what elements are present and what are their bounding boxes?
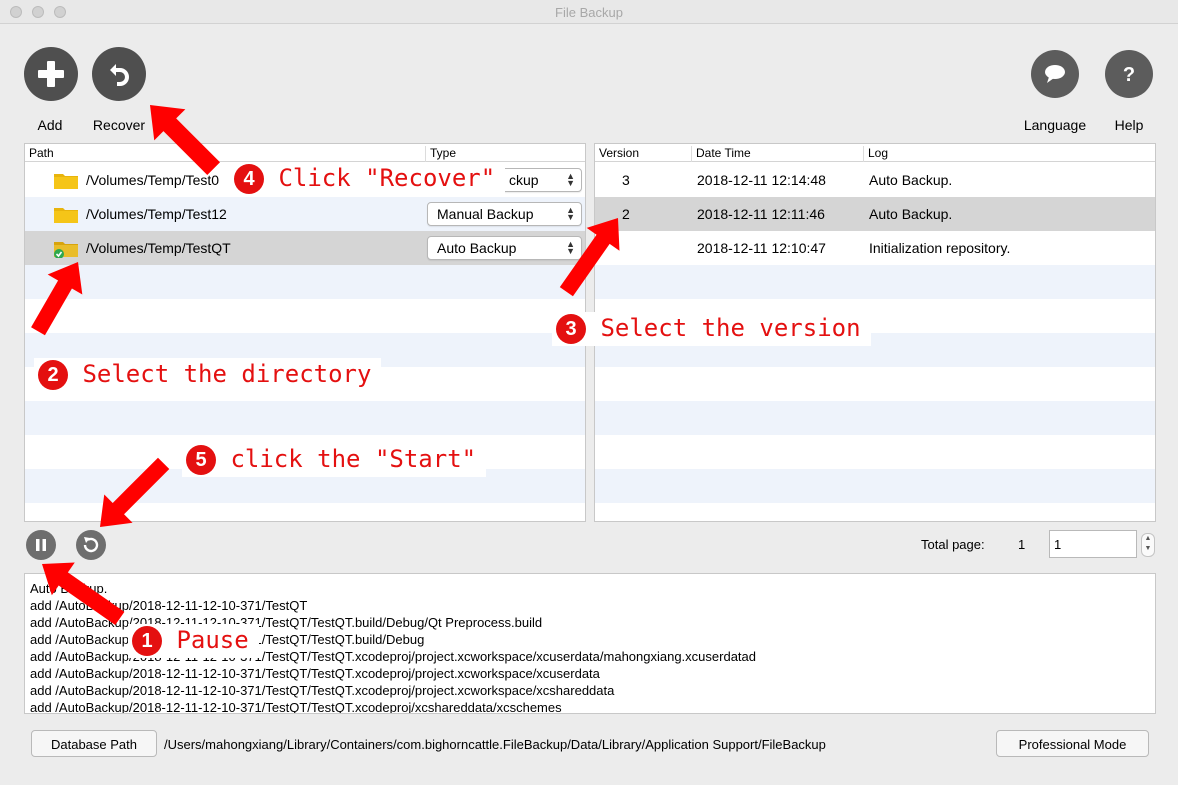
- annotation-step-4: 4 Click "Recover": [230, 162, 506, 196]
- version-datetime: 2018-12-11 12:14:48: [697, 172, 826, 188]
- step-number-badge: 5: [186, 445, 216, 475]
- backup-type-select[interactable]: Auto Backup ▲ ▼: [427, 236, 582, 260]
- folder-icon: [54, 174, 78, 189]
- help-button[interactable]: ?: [1105, 50, 1153, 98]
- professional-mode-button[interactable]: Professional Mode: [996, 730, 1149, 757]
- empty-row: [595, 469, 1155, 503]
- version-row[interactable]: 2018-12-11 12:10:47 Initialization repos…: [595, 231, 1155, 265]
- annotation-text: Click "Recover": [278, 164, 496, 192]
- annotation-step-3: 3 Select the version: [552, 312, 871, 346]
- folder-icon: [54, 208, 78, 223]
- backup-type-value: Auto Backup: [437, 240, 517, 256]
- backup-type-value: Manual Backup: [437, 206, 534, 222]
- annotation-step-2: 2 Select the directory: [34, 358, 382, 392]
- refresh-icon: [83, 537, 99, 553]
- version-log: Auto Backup.: [869, 172, 953, 188]
- versions-table-header: Version Date Time Log: [595, 144, 1155, 162]
- svg-text:?: ?: [1123, 64, 1135, 86]
- path-column-header[interactable]: Path: [25, 146, 425, 162]
- annotation-step-1: 1 Pause: [128, 624, 259, 658]
- annotation-step-5: 5 click the "Start": [182, 443, 487, 477]
- question-icon: ?: [1123, 64, 1135, 86]
- backup-type-select[interactable]: Manual Backup ▲ ▼: [427, 202, 582, 226]
- path-row[interactable]: /Volumes/Temp/Test12 Manual Backup ▲ ▼: [25, 197, 585, 231]
- step-number-badge: 4: [234, 164, 264, 194]
- folder-synced-icon: [54, 242, 78, 258]
- log-line: add /AutoBackup/2018-12-11-12-10-371/Tes…: [30, 700, 562, 714]
- version-log: Initialization repository.: [869, 240, 1011, 256]
- pause-icon: [36, 539, 46, 551]
- speech-bubble-icon: [1045, 65, 1065, 83]
- step-number-badge: 2: [38, 360, 68, 390]
- annotation-text: Select the directory: [82, 360, 372, 388]
- page-number-input[interactable]: [1049, 530, 1137, 558]
- page-stepper[interactable]: ▲ ▼: [1141, 533, 1155, 557]
- path-row-selected[interactable]: /Volumes/Temp/TestQT Auto Backup ▲ ▼: [25, 231, 585, 265]
- database-path-button[interactable]: Database Path: [31, 730, 157, 757]
- log-line: add /AutoBackup/2018-12-11-12-10-371/Tes…: [30, 615, 543, 630]
- step-number-badge: 3: [556, 314, 586, 344]
- empty-row: [595, 265, 1155, 299]
- language-button[interactable]: [1031, 50, 1079, 98]
- version-row[interactable]: 3 2018-12-11 12:14:48 Auto Backup.: [595, 163, 1155, 197]
- annotation-text: click the "Start": [230, 445, 477, 473]
- version-number: 3: [622, 172, 630, 188]
- version-column-header[interactable]: Version: [595, 146, 691, 162]
- version-log: Auto Backup.: [869, 206, 953, 222]
- total-page-label: Total page:: [921, 537, 985, 552]
- datetime-column-header[interactable]: Date Time: [691, 146, 863, 162]
- log-line: add /AutoBackup/2018-12-11-12-10-371/Tes…: [30, 683, 615, 698]
- undo-icon: [110, 64, 129, 86]
- total-page-value: 1: [1018, 537, 1026, 552]
- path-text: /Volumes/Temp/Test12: [86, 206, 227, 222]
- log-line: Auto Backup.: [30, 581, 108, 596]
- updown-chevron-icon: ▲ ▼: [566, 205, 575, 222]
- annotation-text: Select the version: [600, 314, 861, 342]
- annotation-text: Pause: [176, 626, 249, 654]
- log-line: add /AutoBackup/2018-12-11-12-10-371/Tes…: [30, 598, 308, 613]
- version-row-selected[interactable]: 2 2018-12-11 12:11:46 Auto Backup.: [595, 197, 1155, 231]
- add-button[interactable]: [24, 47, 78, 101]
- version-datetime: 2018-12-11 12:10:47: [697, 240, 826, 256]
- window-title: File Backup: [555, 5, 623, 20]
- paths-table-header: Path Type: [25, 144, 585, 162]
- recover-button[interactable]: [92, 47, 146, 101]
- type-column-header[interactable]: Type: [425, 146, 585, 162]
- log-line: add /AutoBackup/2018-12-11-12-10-371/Tes…: [30, 666, 600, 681]
- log-column-header[interactable]: Log: [863, 146, 1155, 162]
- help-label: Help: [1114, 117, 1144, 133]
- version-number: 2: [622, 206, 630, 222]
- updown-chevron-icon: ▲ ▼: [566, 171, 575, 188]
- empty-row: [595, 401, 1155, 435]
- empty-row: [25, 401, 585, 435]
- pause-button[interactable]: [26, 530, 56, 560]
- empty-row: [25, 265, 585, 299]
- recover-label: Recover: [92, 117, 146, 133]
- path-text: /Volumes/Temp/Test0: [86, 172, 220, 188]
- title-bar: File Backup: [0, 0, 1178, 24]
- database-path-text: /Users/mahongxiang/Library/Containers/co…: [164, 737, 826, 752]
- plus-icon: [38, 61, 64, 87]
- version-datetime: 2018-12-11 12:11:46: [697, 206, 825, 222]
- updown-chevron-icon: ▲ ▼: [566, 239, 575, 256]
- step-number-badge: 1: [132, 626, 162, 656]
- start-button[interactable]: [76, 530, 106, 560]
- path-text: /Volumes/Temp/TestQT: [86, 240, 231, 256]
